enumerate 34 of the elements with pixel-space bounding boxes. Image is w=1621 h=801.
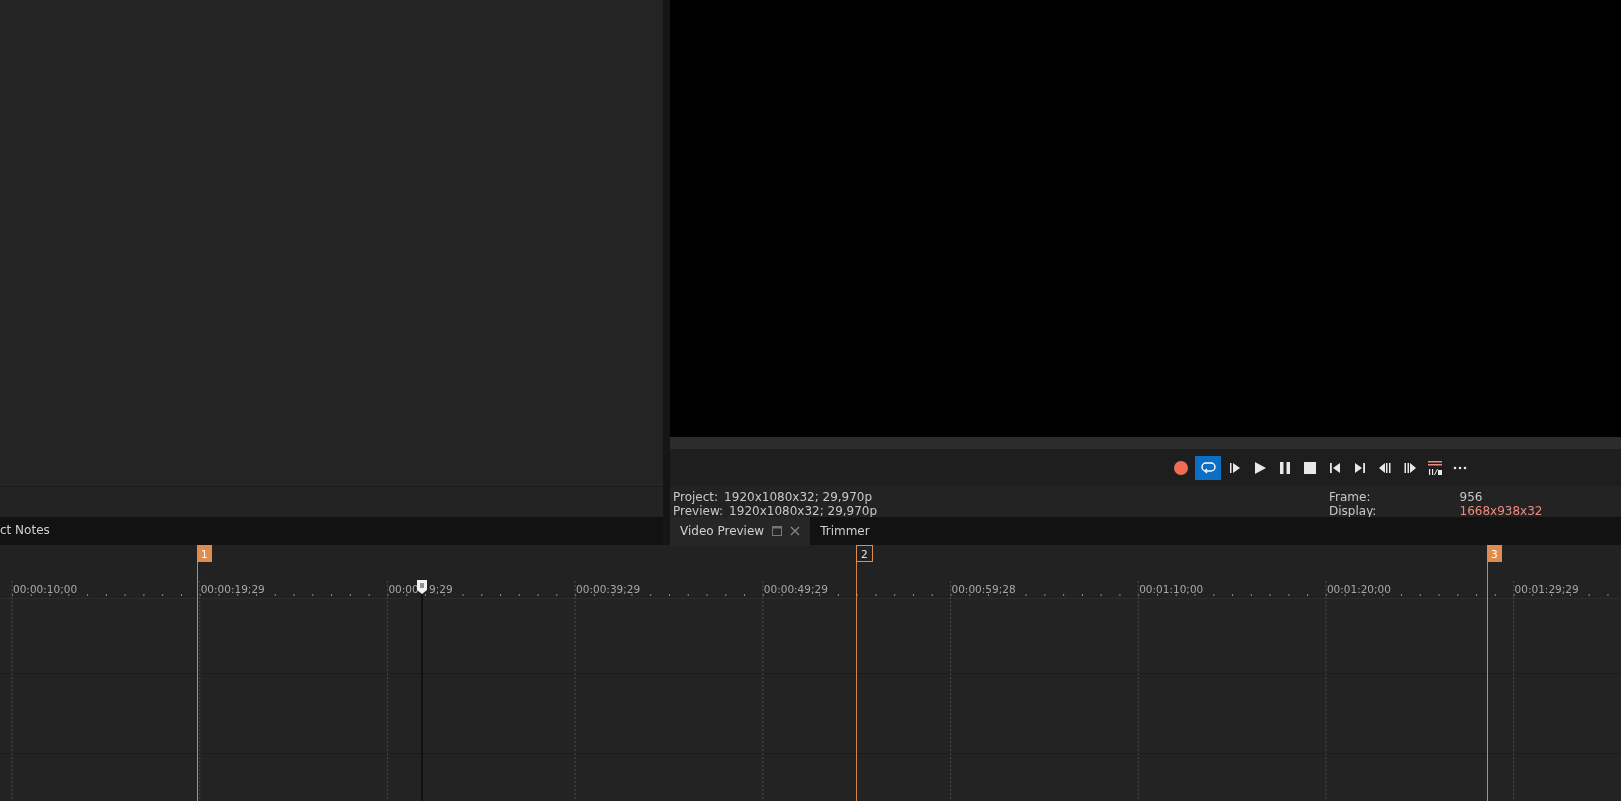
play-icon — [1252, 459, 1268, 476]
info-value: 1668x938x32 — [1459, 504, 1544, 518]
info-value: 956 — [1459, 490, 1484, 504]
info-label: Display: — [1329, 504, 1375, 518]
info-value: 1920x1080x32; 29,970p — [724, 490, 873, 504]
time-label: 00:00:49;29 — [763, 583, 828, 595]
maximize-icon[interactable] — [772, 526, 783, 536]
panel-tab[interactable]: Video Preview — [670, 517, 811, 545]
info-label: Frame: — [1329, 490, 1372, 504]
time-label: 9;29 — [429, 583, 453, 595]
time-label: 00:00:10;00 — [13, 583, 78, 595]
stop-icon — [1302, 459, 1318, 476]
marker-flag[interactable]: 2 — [856, 545, 873, 562]
time-label: 00:00:19;29 — [200, 583, 265, 595]
split-screen-icon — [1427, 459, 1443, 476]
panel-tab[interactable]: Trimmer — [810, 517, 880, 545]
info-label: Preview: — [673, 504, 724, 518]
time-label: 00:00:59;28 — [951, 583, 1016, 595]
pause-icon — [1277, 459, 1293, 476]
info-value: 1920x1080x32; 29,970p — [729, 504, 878, 518]
scroll-bar[interactable] — [670, 437, 1621, 449]
time-label: 00:01:10;00 — [1139, 583, 1204, 595]
time-label: 00:00 — [388, 583, 419, 595]
time-label: 00:01:29;29 — [1514, 583, 1579, 595]
loop-button[interactable] — [1195, 455, 1221, 480]
playhead-handle[interactable] — [416, 579, 428, 595]
time-label: 00:00:39;29 — [576, 583, 641, 595]
time-label: 00:01:20;00 — [1326, 583, 1391, 595]
close-icon[interactable] — [790, 526, 801, 536]
loop-icon — [1200, 459, 1216, 476]
panel-tab[interactable]: ct Notes — [0, 517, 50, 545]
more-icon — [1452, 465, 1468, 470]
info-label: Project: — [673, 490, 719, 504]
record-icon — [1173, 459, 1189, 476]
